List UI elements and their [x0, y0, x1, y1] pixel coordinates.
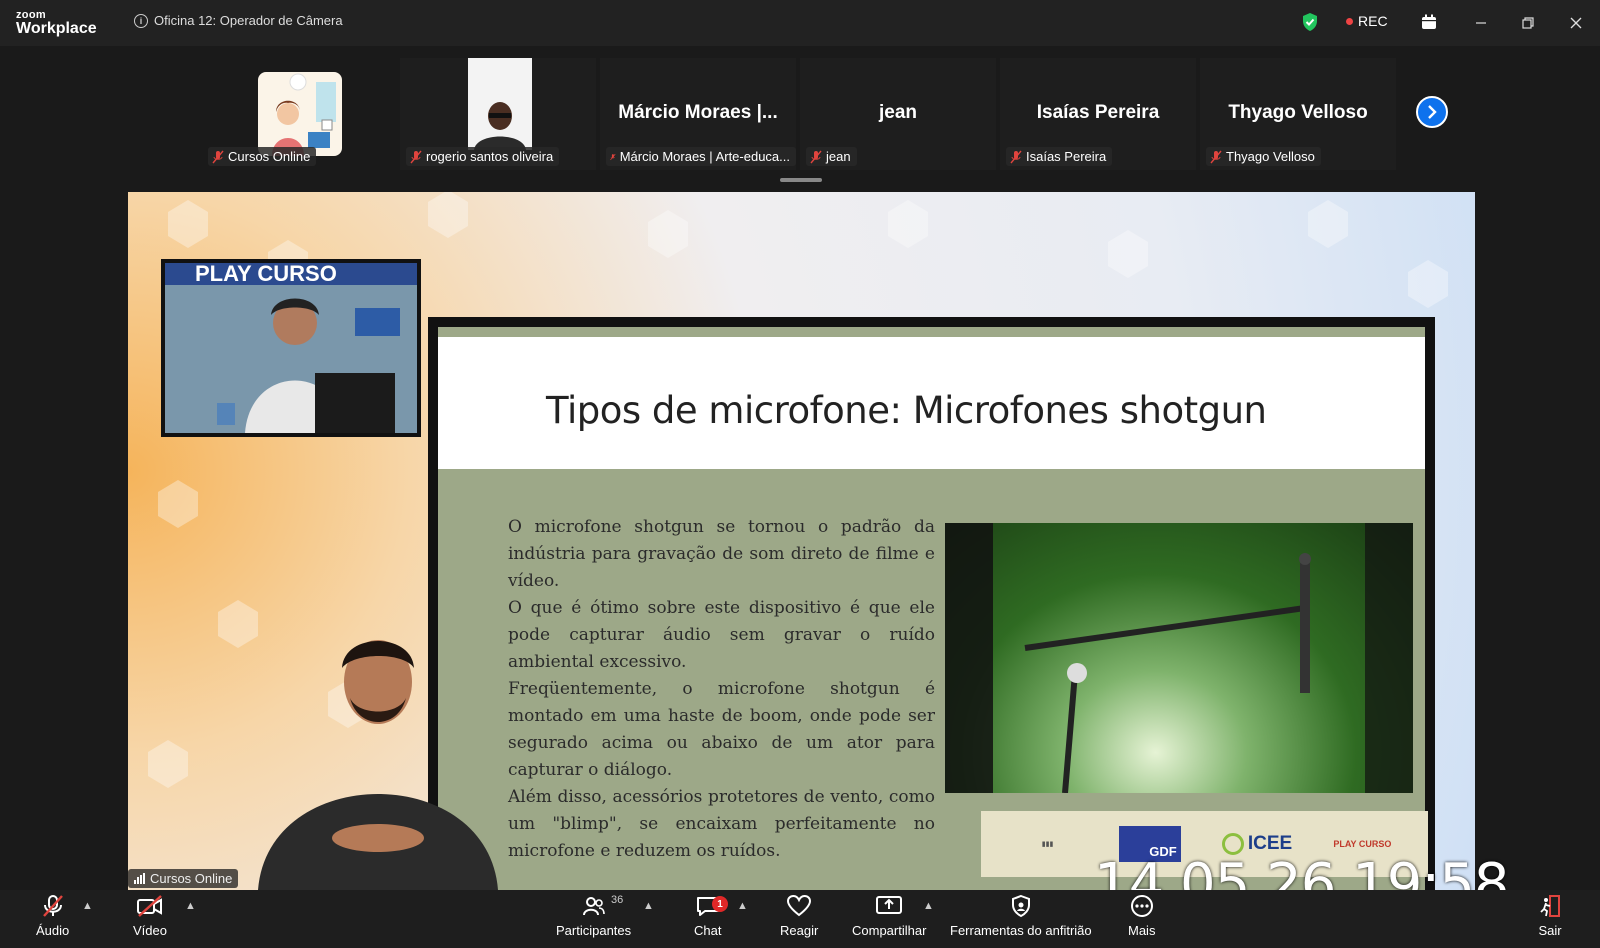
- government-logo: ▮▮▮: [1041, 841, 1054, 848]
- presenter-video: PLAY CURSO: [165, 263, 417, 433]
- participant-name-tag: jean: [806, 147, 857, 166]
- chevron-right-icon: [1428, 105, 1437, 119]
- participant-name-tag: Thyago Velloso: [1206, 147, 1321, 166]
- participant-name: rogerio santos oliveira: [426, 149, 554, 164]
- share-options-caret[interactable]: ▲: [923, 900, 934, 912]
- share-screen-icon: [876, 896, 903, 914]
- video-button[interactable]: Vídeo: [133, 894, 167, 938]
- exit-icon: [1540, 895, 1560, 917]
- participant-name: jean: [826, 149, 851, 164]
- participant-name-tag: Márcio Moraes | Arte-educa...: [606, 147, 796, 166]
- presenter-camera: PLAY CURSO: [161, 259, 421, 437]
- restore-button[interactable]: [1513, 8, 1543, 38]
- participant-name: Márcio Moraes | Arte-educa...: [619, 149, 790, 164]
- participant-tile[interactable]: Cursos Online: [202, 58, 398, 170]
- gallery-next-button[interactable]: [1416, 96, 1448, 128]
- shared-screen: PLAY CURSO Tipos de microfone: Microfone…: [128, 192, 1475, 890]
- rec-label: REC: [1358, 13, 1388, 29]
- participant-name: Isaías Pereira: [1026, 149, 1107, 164]
- active-speaker-name: Cursos Online: [150, 871, 233, 886]
- participant-name-tag: Isaías Pereira: [1006, 147, 1113, 166]
- participant-tile[interactable]: Márcio Moraes |... Márcio Moraes | Arte-…: [600, 58, 796, 170]
- slide-paragraph: Freqüentemente, o microfone shotgun é mo…: [508, 679, 935, 780]
- meeting-info[interactable]: i Oficina 12: Operador de Câmera: [134, 13, 343, 28]
- rec-dot-icon: [1346, 17, 1353, 25]
- meeting-title: Oficina 12: Operador de Câmera: [154, 13, 343, 28]
- recording-indicator[interactable]: REC: [1346, 13, 1388, 29]
- mic-muted-icon: [410, 150, 422, 163]
- close-button[interactable]: [1561, 8, 1591, 38]
- participant-video: [468, 58, 532, 150]
- participants-icon: [582, 897, 605, 916]
- participant-display-name: Isaías Pereira: [1036, 102, 1160, 123]
- chat-options-caret[interactable]: ▲: [737, 900, 748, 912]
- meeting-toolbar: Áudio ▲ Vídeo ▲ Participantes 36 ▲ Chat …: [0, 890, 1600, 948]
- shield-icon: [1011, 894, 1030, 918]
- more-label: Mais: [1128, 923, 1156, 938]
- participant-display-name: jean: [878, 102, 918, 123]
- participant-name-tag: rogerio santos oliveira: [406, 147, 560, 166]
- play-curso-logo: PLAY CURSO: [1333, 839, 1392, 849]
- react-label: Reagir: [780, 923, 819, 938]
- participant-name: Cursos Online: [228, 149, 311, 164]
- mic-muted-icon: [42, 895, 63, 917]
- mic-muted-icon: [610, 153, 616, 160]
- audio-button[interactable]: Áudio: [36, 894, 69, 938]
- participant-tile[interactable]: rogerio santos oliveira: [400, 58, 596, 170]
- title-bar: zoom Workplace i Oficina 12: Operador de…: [0, 0, 1600, 46]
- participant-display-name: Márcio Moraes |...: [618, 102, 778, 123]
- presenter-banner: PLAY CURSO: [195, 263, 337, 286]
- active-speaker-tag: Cursos Online: [128, 869, 239, 888]
- audio-options-caret[interactable]: ▲: [82, 900, 93, 912]
- info-icon[interactable]: i: [134, 13, 148, 28]
- participants-label: Participantes: [556, 923, 632, 938]
- leave-label: Sair: [1538, 923, 1562, 938]
- share-label: Compartilhar: [852, 923, 927, 938]
- video-options-caret[interactable]: ▲: [185, 900, 196, 912]
- leave-button[interactable]: Sair: [1538, 894, 1562, 938]
- gallery-resize-handle[interactable]: [780, 178, 822, 182]
- interpreter-video: [258, 640, 498, 890]
- participants-options-caret[interactable]: ▲: [643, 900, 654, 912]
- host-tools-label: Ferramentas do anfitrião: [950, 923, 1092, 938]
- slide-paragraph: O que é ótimo sobre este dispositivo é q…: [508, 598, 935, 672]
- participant-tile[interactable]: Isaías Pereira Isaías Pereira: [1000, 58, 1196, 170]
- video-label: Vídeo: [133, 923, 167, 938]
- mic-muted-icon: [212, 150, 224, 163]
- heart-icon: [787, 894, 812, 917]
- zoom-workplace-logo: zoom Workplace: [16, 10, 97, 37]
- presentation-slide-frame: Tipos de microfone: Microfones shotgun O…: [428, 317, 1435, 890]
- mic-muted-icon: [810, 150, 822, 163]
- brand-bottom: Workplace: [16, 20, 97, 37]
- signal-strength-icon: [134, 873, 145, 884]
- participant-display-name: Thyago Velloso: [1228, 102, 1368, 123]
- participant-name: Thyago Velloso: [1226, 149, 1315, 164]
- presentation-slide: Tipos de microfone: Microfones shotgun O…: [438, 327, 1428, 890]
- participants-count: 36: [611, 894, 624, 906]
- more-button[interactable]: Mais: [1128, 894, 1155, 938]
- security-shield-icon[interactable]: [1301, 12, 1319, 32]
- slide-body-text: O microfone shotgun se tornou o padrão d…: [508, 514, 935, 865]
- host-tools-button[interactable]: Ferramentas do anfitrião: [950, 894, 1092, 938]
- mic-muted-icon: [1010, 150, 1022, 163]
- share-screen-button[interactable]: Compartilhar: [852, 894, 926, 938]
- video-off-icon: [136, 895, 162, 917]
- participant-tile[interactable]: Thyago Velloso Thyago Velloso: [1200, 58, 1396, 170]
- apps-icon[interactable]: [1418, 12, 1440, 32]
- gallery-strip: Cursos Online rogerio santos oliveira Má…: [0, 46, 1600, 188]
- audio-label: Áudio: [36, 923, 70, 938]
- shotgun-microphone-photo: [945, 523, 1413, 793]
- chat-unread-badge: 1: [712, 896, 728, 912]
- chat-label: Chat: [694, 923, 722, 938]
- slide-title: Tipos de microfone: Microfones shotgun: [546, 389, 1267, 432]
- participant-name-tag: Cursos Online: [208, 147, 317, 166]
- avatar: [258, 72, 342, 156]
- react-button[interactable]: Reagir: [780, 894, 818, 938]
- more-icon: [1130, 895, 1153, 917]
- participant-tile[interactable]: jean jean: [800, 58, 996, 170]
- slide-paragraph: O microfone shotgun se tornou o padrão d…: [508, 517, 935, 591]
- slide-paragraph: Além disso, acessórios protetores de ven…: [508, 787, 935, 861]
- minimize-button[interactable]: [1466, 8, 1496, 38]
- mic-muted-icon: [1210, 150, 1222, 163]
